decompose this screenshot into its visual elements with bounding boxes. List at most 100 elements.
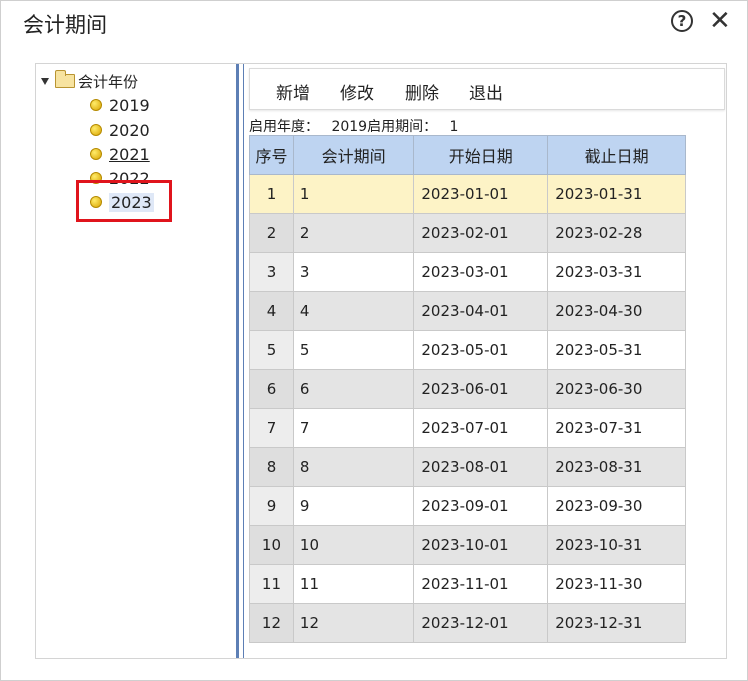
cell-end-date[interactable]: 2023-03-31	[547, 252, 686, 292]
table-body: 1 1 2023-01-01 2023-01-31 2 2 2023-02-01 2023-0…	[249, 174, 686, 643]
tree-item-2019[interactable]: 2019	[90, 94, 150, 116]
cell-end-date[interactable]: 2023-06-30	[547, 369, 686, 409]
column-header-index[interactable]: 序号	[249, 135, 294, 175]
cell-period[interactable]: 4	[292, 291, 415, 331]
start-period-label: 启用期间：	[367, 119, 438, 135]
tree-item-label: 2021	[109, 144, 150, 164]
cell-start-date[interactable]: 2023-06-01	[413, 369, 549, 409]
table-row[interactable]: 10 10 2023-10-01 2023-10-31	[249, 525, 686, 565]
cell-start-date[interactable]: 2023-07-01	[413, 408, 549, 448]
cell-end-date[interactable]: 2023-12-31	[547, 603, 686, 643]
help-circle-icon[interactable]: ?	[671, 10, 693, 32]
start-year-label: 启用年度：	[249, 119, 319, 135]
tree-root-label: 会计年份	[78, 72, 139, 91]
cell-end-date[interactable]: 2023-04-30	[547, 291, 686, 331]
column-header-end-date[interactable]: 截止日期	[547, 135, 686, 175]
cell-period[interactable]: 7	[292, 408, 415, 448]
cell-end-date[interactable]: 2023-10-31	[547, 525, 686, 565]
tree-item-label: 2020	[109, 120, 150, 140]
cell-end-date[interactable]: 2023-09-30	[547, 486, 686, 526]
year-node-icon	[90, 99, 102, 111]
cell-period[interactable]: 8	[292, 447, 415, 487]
expand-triangle-icon[interactable]	[41, 77, 49, 85]
cell-period[interactable]: 3	[292, 252, 415, 292]
cell-period[interactable]: 6	[292, 369, 415, 409]
cell-start-date[interactable]: 2023-01-01	[413, 174, 549, 214]
tree-item-2021[interactable]: 2021	[90, 143, 150, 165]
table-row[interactable]: 9 9 2023-09-01 2023-09-30	[249, 486, 686, 526]
close-icon[interactable]: ✕	[709, 7, 731, 35]
cell-index[interactable]: 6	[249, 369, 294, 409]
cell-index[interactable]: 3	[249, 252, 294, 292]
cell-start-date[interactable]: 2023-02-01	[413, 213, 549, 253]
table-row[interactable]: 11 11 2023-11-01 2023-11-30	[249, 564, 686, 604]
add-button[interactable]: 新增	[276, 79, 310, 104]
toolbar: 新增 修改 删除 退出	[249, 68, 725, 110]
cell-start-date[interactable]: 2023-12-01	[413, 603, 549, 643]
cell-end-date[interactable]: 2023-08-31	[547, 447, 686, 487]
accounting-period-dialog: 会计期间 ? ✕ 会计年份 2019 2020 2021 2022 2023 新…	[0, 0, 748, 681]
dialog-content: 会计年份 2019 2020 2021 2022 2023 新增 修改 删除 退…	[35, 63, 727, 659]
column-header-period[interactable]: 会计期间	[292, 135, 415, 175]
cell-period[interactable]: 9	[292, 486, 415, 526]
cell-period[interactable]: 10	[292, 525, 415, 565]
year-node-icon	[90, 148, 102, 160]
cell-index[interactable]: 11	[249, 564, 294, 604]
start-year-value: 2019	[331, 119, 368, 135]
table-row[interactable]: 8 8 2023-08-01 2023-08-31	[249, 447, 686, 487]
cell-index[interactable]: 4	[249, 291, 294, 331]
year-node-icon	[90, 124, 102, 136]
cell-index[interactable]: 12	[249, 603, 294, 643]
tree-root-node[interactable]: 会计年份	[41, 70, 138, 92]
cell-period[interactable]: 2	[292, 213, 415, 253]
cell-start-date[interactable]: 2023-04-01	[413, 291, 549, 331]
cell-end-date[interactable]: 2023-07-31	[547, 408, 686, 448]
title-bar: 会计期间 ? ✕	[1, 1, 747, 45]
cell-period[interactable]: 1	[292, 174, 415, 214]
table-row[interactable]: 1 1 2023-01-01 2023-01-31	[249, 174, 686, 214]
year-tree: 会计年份 2019 2020 2021 2022 2023	[36, 64, 236, 658]
dialog-title: 会计期间	[23, 13, 107, 37]
cell-end-date[interactable]: 2023-02-28	[547, 213, 686, 253]
table-row[interactable]: 2 2 2023-02-01 2023-02-28	[249, 213, 686, 253]
start-period-value: 1	[449, 119, 459, 135]
cell-end-date[interactable]: 2023-11-30	[547, 564, 686, 604]
cell-index[interactable]: 8	[249, 447, 294, 487]
column-header-start-date[interactable]: 开始日期	[413, 135, 549, 175]
period-table: 序号 会计期间 开始日期 截止日期 1 1 2023-01-01 2023-01-31…	[249, 135, 686, 643]
cell-period[interactable]: 12	[292, 603, 415, 643]
cell-start-date[interactable]: 2023-03-01	[413, 252, 549, 292]
cell-index[interactable]: 10	[249, 525, 294, 565]
selection-highlight-box	[76, 180, 172, 222]
table-row[interactable]: 3 3 2023-03-01 2023-03-31	[249, 252, 686, 292]
table-row[interactable]: 12 12 2023-12-01 2023-12-31	[249, 603, 686, 643]
cell-start-date[interactable]: 2023-10-01	[413, 525, 549, 565]
cell-period[interactable]: 11	[292, 564, 415, 604]
panel-splitter[interactable]	[236, 64, 239, 658]
cell-start-date[interactable]: 2023-05-01	[413, 330, 549, 370]
cell-start-date[interactable]: 2023-11-01	[413, 564, 549, 604]
cell-end-date[interactable]: 2023-01-31	[547, 174, 686, 214]
tree-item-2020[interactable]: 2020	[90, 119, 150, 141]
cell-index[interactable]: 5	[249, 330, 294, 370]
exit-button[interactable]: 退出	[469, 79, 503, 104]
table-row[interactable]: 6 6 2023-06-01 2023-06-30	[249, 369, 686, 409]
folder-icon	[55, 70, 75, 88]
cell-index[interactable]: 1	[249, 174, 294, 214]
cell-period[interactable]: 5	[292, 330, 415, 370]
cell-index[interactable]: 2	[249, 213, 294, 253]
panel-divider-line	[243, 64, 244, 658]
table-row[interactable]: 7 7 2023-07-01 2023-07-31	[249, 408, 686, 448]
table-row[interactable]: 5 5 2023-05-01 2023-05-31	[249, 330, 686, 370]
cell-index[interactable]: 9	[249, 486, 294, 526]
cell-start-date[interactable]: 2023-09-01	[413, 486, 549, 526]
tree-item-label: 2019	[109, 95, 150, 115]
cell-start-date[interactable]: 2023-08-01	[413, 447, 549, 487]
cell-end-date[interactable]: 2023-05-31	[547, 330, 686, 370]
table-header-row: 序号 会计期间 开始日期 截止日期	[249, 135, 686, 175]
table-row[interactable]: 4 4 2023-04-01 2023-04-30	[249, 291, 686, 331]
edit-button[interactable]: 修改	[340, 79, 374, 104]
delete-button[interactable]: 删除	[405, 79, 439, 104]
cell-index[interactable]: 7	[249, 408, 294, 448]
start-info: 启用年度： 2019启用期间： 1	[249, 116, 458, 136]
